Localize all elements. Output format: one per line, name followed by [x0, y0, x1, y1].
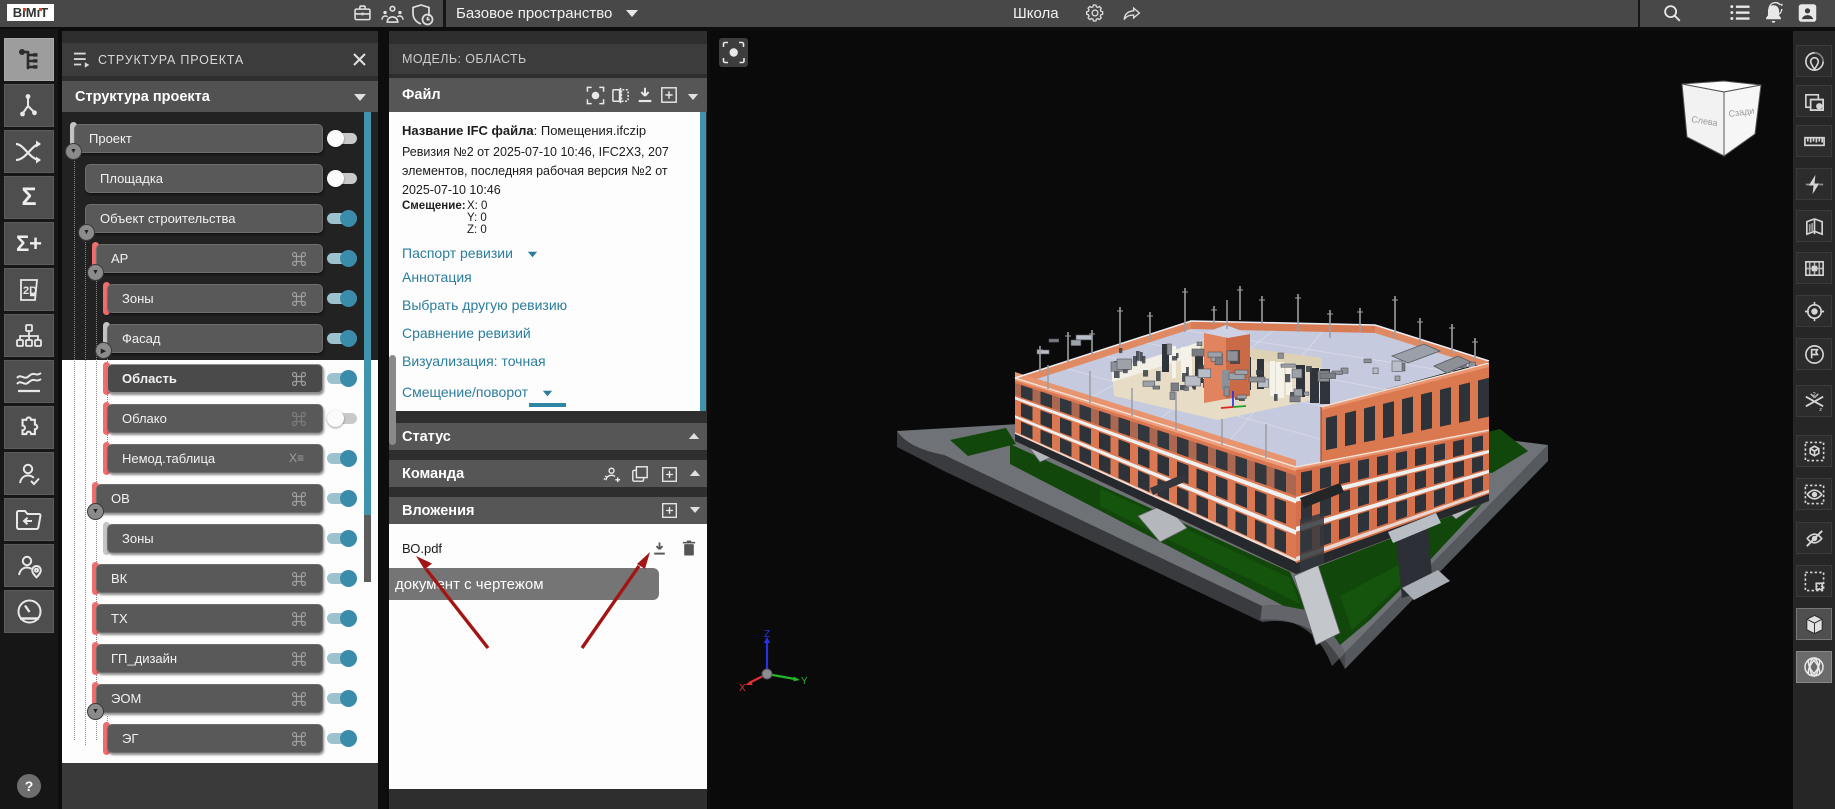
svg-text:Y: Y	[801, 676, 808, 687]
svg-text:z: z	[1819, 407, 1822, 413]
svg-text:X: X	[739, 683, 746, 694]
svg-text:Z: Z	[764, 629, 770, 640]
svg-text:2D: 2D	[23, 285, 37, 297]
svg-text:2: 2	[1812, 391, 1815, 397]
